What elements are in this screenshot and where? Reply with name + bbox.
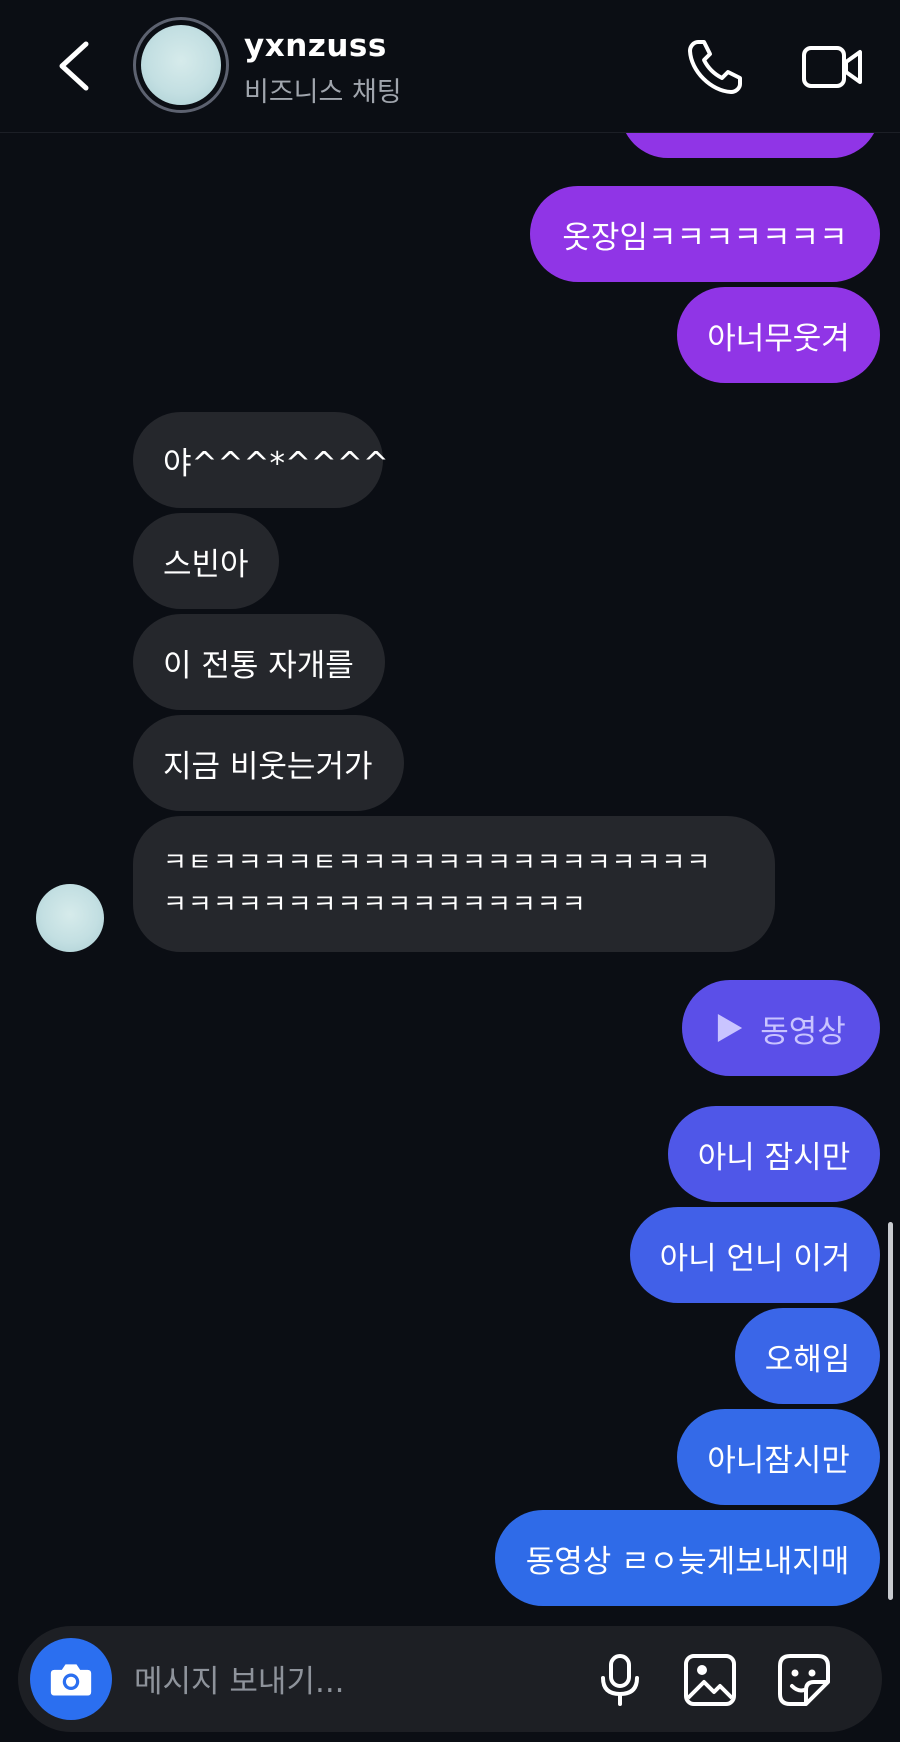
sender-avatar[interactable] <box>36 884 104 952</box>
gallery-icon[interactable] <box>682 1652 738 1708</box>
play-icon <box>718 1014 743 1042</box>
message-text: 아너무웃겨 <box>707 320 850 357</box>
received-message[interactable]: ㅋㅌㅋㅋㅋㅋㅌㅋㅋㅋㅋㅋㅋㅋㅋㅋㅋㅋㅋㅋㅋㅋ ㅋㅋㅋㅋㅋㅋㅋㅋㅋㅋㅋㅋㅋㅋㅋㅋㅋ <box>133 816 775 952</box>
message-text: 아니잠시만 <box>707 1442 850 1479</box>
received-message[interactable]: 스빈아 <box>133 513 279 609</box>
chat-type-subtitle: 비즈니스 채팅 <box>244 77 402 108</box>
back-arrow-icon[interactable] <box>50 38 100 94</box>
avatar-image <box>141 25 221 105</box>
message-text-line: ㅋㅋㅋㅋㅋㅋㅋㅋㅋㅋㅋㅋㅋㅋㅋㅋㅋ <box>163 890 587 920</box>
sent-message[interactable]: 아너무웃겨 <box>677 287 880 383</box>
username[interactable]: yxnzuss <box>244 28 387 64</box>
message-text: 아니 언니 이거 <box>659 1240 851 1277</box>
message-text: 이 전통 자개를 <box>163 647 354 684</box>
message-text: 야^^^*^^^^ <box>163 445 389 482</box>
received-message[interactable]: 지금 비웃는거가 <box>133 715 404 811</box>
message-text: 지금 비웃는거가 <box>163 748 373 785</box>
message-text: 아니 잠시만 <box>697 1139 851 1176</box>
sent-message[interactable]: 동영상 ㄹㅇ늦게보내지매 <box>495 1510 880 1606</box>
microphone-icon[interactable] <box>592 1652 648 1708</box>
message-composer: 메시지 보내기... <box>18 1626 882 1732</box>
message-text-line: ㅋㅌㅋㅋㅋㅋㅌㅋㅋㅋㅋㅋㅋㅋㅋㅋㅋㅋㅋㅋㅋㅋ <box>163 848 712 878</box>
scrollbar[interactable] <box>888 1222 893 1600</box>
received-message[interactable]: 야^^^*^^^^ <box>133 412 389 508</box>
video-label: 동영상 <box>760 1013 846 1050</box>
video-camera-icon[interactable] <box>800 36 866 98</box>
camera-icon <box>50 1664 92 1696</box>
avatar[interactable] <box>133 17 229 113</box>
sent-message[interactable]: 옷장임ㅋㅋㅋㅋㅋㅋㅋ <box>530 186 880 282</box>
camera-button[interactable] <box>30 1638 112 1720</box>
message-text: 스빈아 <box>163 546 249 583</box>
sent-message[interactable]: 오해임 <box>735 1308 880 1404</box>
sent-message[interactable]: 아니 언니 이거 <box>630 1207 880 1303</box>
video-message[interactable]: 동영상 <box>682 980 880 1076</box>
chat-header: yxnzuss 비즈니스 채팅 <box>0 0 900 133</box>
message-text: 동영상 ㄹㅇ늦게보내지매 <box>525 1543 850 1580</box>
sent-message[interactable]: 아니 잠시만 <box>668 1106 880 1202</box>
message-input[interactable]: 메시지 보내기... <box>134 1656 345 1701</box>
sticker-icon[interactable] <box>776 1652 832 1708</box>
message-text: 오해임 <box>764 1341 851 1378</box>
message-text: 옷장임ㅋㅋㅋㅋㅋㅋㅋ <box>562 219 848 256</box>
received-message[interactable]: 이 전통 자개를 <box>133 614 385 710</box>
sent-message[interactable]: 아니잠시만 <box>677 1409 880 1505</box>
phone-icon[interactable] <box>684 36 746 98</box>
